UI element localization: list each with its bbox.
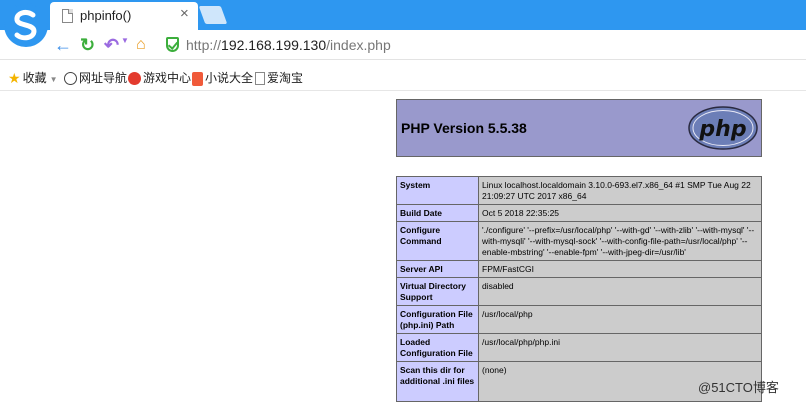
page-icon bbox=[62, 9, 73, 23]
table-row: Virtual Directory Support disabled bbox=[396, 277, 762, 306]
svg-text:php: php bbox=[698, 117, 746, 142]
new-tab-button[interactable] bbox=[198, 6, 228, 24]
phpinfo-table: System Linux localhost.localdomain 3.10.… bbox=[396, 176, 762, 402]
row-value: './configure' '--prefix=/usr/local/php' … bbox=[478, 221, 762, 261]
row-key: Configuration File (php.ini) Path bbox=[396, 305, 479, 334]
game-icon bbox=[128, 72, 141, 86]
bookmark-novels[interactable]: 小说大全 bbox=[192, 69, 253, 86]
url-path: /index.php bbox=[326, 37, 391, 53]
chevron-down-icon[interactable]: ▼ bbox=[50, 75, 58, 84]
row-value: Linux localhost.localdomain 3.10.0-693.e… bbox=[478, 176, 762, 205]
table-row: Build Date Oct 5 2018 22:35:25 bbox=[396, 204, 762, 222]
bookmark-label: 收藏 bbox=[22, 71, 47, 85]
row-key: Scan this dir for additional .ini files bbox=[396, 361, 479, 402]
row-value: Oct 5 2018 22:35:25 bbox=[478, 204, 762, 222]
bookmark-label: 小说大全 bbox=[205, 71, 254, 85]
php-version-title: PHP Version 5.5.38 bbox=[401, 120, 527, 136]
tab-phpinfo[interactable]: phpinfo() × bbox=[50, 2, 198, 30]
bookmark-games[interactable]: 游戏中心 bbox=[128, 69, 191, 86]
table-row: Loaded Configuration File /usr/local/php… bbox=[396, 333, 762, 362]
row-key: Server API bbox=[396, 260, 479, 278]
bookmark-favorites[interactable]: ★ 收藏 ▼ bbox=[8, 69, 58, 87]
bookmark-nav[interactable]: 网址导航 bbox=[64, 69, 127, 86]
bookmark-taobao[interactable]: 爱淘宝 bbox=[255, 69, 303, 86]
browser-logo-icon[interactable] bbox=[4, 3, 48, 47]
row-key: Loaded Configuration File bbox=[396, 333, 479, 362]
bookmarks-bar: ★ 收藏 ▼ 网址导航 游戏中心 小说大全 爱淘宝 bbox=[0, 61, 806, 91]
row-value: disabled bbox=[478, 277, 762, 306]
php-logo-icon: php bbox=[688, 106, 758, 150]
bookmark-label: 爱淘宝 bbox=[267, 71, 304, 85]
table-row: Configuration File (php.ini) Path /usr/l… bbox=[396, 305, 762, 334]
book-icon bbox=[192, 71, 203, 86]
watermark: @51CTO博客 bbox=[698, 380, 779, 395]
url-protocol: http:// bbox=[186, 37, 222, 53]
home-icon[interactable]: ⌂ bbox=[136, 33, 146, 57]
bookmark-label: 游戏中心 bbox=[143, 71, 192, 85]
globe-icon bbox=[64, 72, 77, 86]
tab-close-icon[interactable]: × bbox=[180, 5, 189, 22]
star-icon: ★ bbox=[8, 70, 21, 87]
row-value: FPM/FastCGI bbox=[478, 260, 762, 278]
chevron-down-icon[interactable]: ▼ bbox=[121, 36, 129, 45]
table-row: Server API FPM/FastCGI bbox=[396, 260, 762, 278]
table-row: System Linux localhost.localdomain 3.10.… bbox=[396, 176, 762, 205]
row-key: Configure Command bbox=[396, 221, 479, 261]
document-icon bbox=[255, 72, 265, 86]
bookmark-label: 网址导航 bbox=[79, 71, 128, 85]
url-text[interactable]: http://192.168.199.130/index.php bbox=[186, 37, 391, 53]
row-value: /usr/local/php/php.ini bbox=[478, 333, 762, 362]
navigation-bar: ← ↻ ↶ ▼ ⌂ http://192.168.199.130/index.p… bbox=[0, 30, 806, 60]
table-row: Configure Command './configure' '--prefi… bbox=[396, 221, 762, 261]
row-key: Build Date bbox=[396, 204, 479, 222]
php-version-header: PHP Version 5.5.38 php bbox=[396, 99, 762, 157]
address-bar[interactable]: http://192.168.199.130/index.php bbox=[160, 33, 800, 57]
url-host: 192.168.199.130 bbox=[221, 37, 327, 53]
row-key: Virtual Directory Support bbox=[396, 277, 479, 306]
refresh-icon[interactable]: ↻ bbox=[80, 33, 95, 57]
security-shield-icon bbox=[166, 37, 179, 52]
row-key: System bbox=[396, 176, 479, 205]
back-arrow-icon[interactable]: ← bbox=[54, 33, 72, 57]
row-value: /usr/local/php bbox=[478, 305, 762, 334]
page-content: PHP Version 5.5.38 php System Linux loca… bbox=[0, 92, 806, 405]
tab-title: phpinfo() bbox=[80, 8, 132, 23]
tab-strip: phpinfo() × bbox=[0, 0, 806, 47]
undo-icon[interactable]: ↶ bbox=[104, 33, 119, 57]
